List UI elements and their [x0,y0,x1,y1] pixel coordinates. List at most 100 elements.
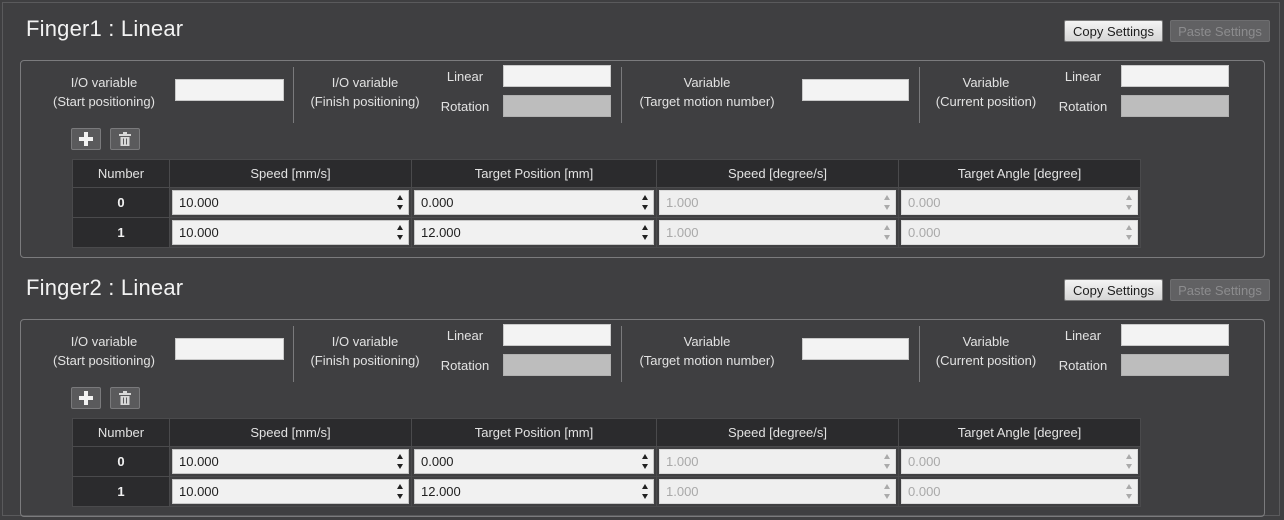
target-position-value: 0.000 [421,195,454,210]
add-row-button[interactable] [71,128,101,150]
start-positioning-label: I/O variable (Start positioning) [53,75,155,109]
paste-settings-button[interactable]: Paste Settings [1170,279,1270,301]
up-down-arrows-icon[interactable] [641,224,649,241]
column-header-speed-mm: Speed [mm/s] [169,418,412,447]
up-down-arrows-icon[interactable] [396,483,404,500]
row-number: 1 [72,217,170,248]
copy-settings-button[interactable]: Copy Settings [1064,20,1163,42]
target-angle-spinner: 0.000 [901,449,1138,474]
paste-settings-button[interactable]: Paste Settings [1170,20,1270,42]
current-rotation-field [1121,95,1229,117]
column-header-target-position: Target Position [mm] [411,159,657,188]
speed-degree-value: 1.000 [666,484,699,499]
current-position-label: Variable (Current position) [935,75,1037,109]
speed-mm-spinner[interactable]: 10.000 [172,220,409,245]
speed-mm-spinner[interactable]: 10.000 [172,449,409,474]
target-position-spinner[interactable]: 12.000 [414,220,654,245]
table-row: 0 10.000 0.000 1.000 0.000 [72,187,1141,218]
settings-panel: I/O variable (Start positioning) I/O vari… [20,319,1265,517]
start-positioning-field[interactable] [175,338,284,360]
up-down-arrows-icon[interactable] [641,194,649,211]
finger1-section: Finger1 : Linear Copy Settings Paste Set… [0,0,1284,258]
speed-degree-spinner: 1.000 [659,190,896,215]
target-motion-field[interactable] [802,338,909,360]
row-number: 0 [72,187,170,218]
delete-row-button[interactable] [110,128,140,150]
target-angle-spinner: 0.000 [901,479,1138,504]
column-header-speed-degree: Speed [degree/s] [656,159,899,188]
trash-icon [119,391,131,405]
group-divider [621,67,622,123]
group-divider [919,67,920,123]
speed-mm-value: 10.000 [179,225,219,240]
column-header-speed-mm: Speed [mm/s] [169,159,412,188]
start-positioning-field[interactable] [175,79,284,101]
column-header-target-position: Target Position [mm] [411,418,657,447]
target-motion-label: Variable (Target motion number) [639,75,775,109]
add-row-button[interactable] [71,387,101,409]
delete-row-button[interactable] [110,387,140,409]
current-rotation-field [1121,354,1229,376]
up-down-arrows-icon [883,483,891,500]
finish-rotation-field [503,354,611,376]
target-angle-spinner: 0.000 [901,220,1138,245]
column-header-target-angle: Target Angle [degree] [898,418,1141,447]
section-title: Finger1 : Linear [26,16,184,41]
current-linear-field[interactable] [1121,65,1229,87]
column-header-speed-degree: Speed [degree/s] [656,418,899,447]
table-row: 0 10.000 0.000 1.000 0.000 [72,446,1141,477]
finish-linear-field[interactable] [503,324,611,346]
target-position-spinner[interactable]: 0.000 [414,190,654,215]
group-divider [293,326,294,382]
speed-mm-spinner[interactable]: 10.000 [172,479,409,504]
finish-linear-field[interactable] [503,65,611,87]
target-position-value: 12.000 [421,484,461,499]
finish-rotation-field [503,95,611,117]
group-divider [919,326,920,382]
finish-linear-label: Linear [446,328,484,343]
up-down-arrows-icon[interactable] [396,194,404,211]
finish-linear-label: Linear [446,69,484,84]
column-header-number: Number [72,418,170,447]
up-down-arrows-icon[interactable] [641,483,649,500]
speed-degree-spinner: 1.000 [659,220,896,245]
target-position-value: 12.000 [421,225,461,240]
section-title: Finger2 : Linear [26,275,184,300]
up-down-arrows-icon [1125,483,1133,500]
target-angle-value: 0.000 [908,484,941,499]
speed-mm-value: 10.000 [179,484,219,499]
up-down-arrows-icon[interactable] [641,453,649,470]
current-position-label: Variable (Current position) [935,334,1037,368]
current-rotation-label: Rotation [1058,99,1108,114]
speed-degree-value: 1.000 [666,225,699,240]
up-down-arrows-icon [883,194,891,211]
current-linear-label: Linear [1064,328,1102,343]
speed-mm-value: 10.000 [179,454,219,469]
target-motion-field[interactable] [802,79,909,101]
table-row: 1 10.000 12.000 1.000 0.000 [72,217,1141,248]
target-motion-label: Variable (Target motion number) [639,334,775,368]
target-position-spinner[interactable]: 0.000 [414,449,654,474]
target-position-spinner[interactable]: 12.000 [414,479,654,504]
speed-degree-spinner: 1.000 [659,479,896,504]
plus-icon [79,391,93,405]
speed-degree-value: 1.000 [666,195,699,210]
current-linear-label: Linear [1064,69,1102,84]
up-down-arrows-icon [1125,224,1133,241]
up-down-arrows-icon[interactable] [396,224,404,241]
target-angle-value: 0.000 [908,454,941,469]
speed-mm-spinner[interactable]: 10.000 [172,190,409,215]
motion-table: Number Speed [mm/s] Target Position [mm]… [72,418,1141,507]
trash-icon [119,132,131,146]
column-header-target-angle: Target Angle [degree] [898,159,1141,188]
plus-icon [79,132,93,146]
row-number: 0 [72,446,170,477]
up-down-arrows-icon [883,453,891,470]
table-row: 1 10.000 12.000 1.000 0.000 [72,476,1141,507]
settings-panel: I/O variable (Start positioning) I/O vari… [20,60,1265,258]
up-down-arrows-icon[interactable] [396,453,404,470]
row-number: 1 [72,476,170,507]
copy-settings-button[interactable]: Copy Settings [1064,279,1163,301]
current-linear-field[interactable] [1121,324,1229,346]
finish-rotation-label: Rotation [440,358,490,373]
